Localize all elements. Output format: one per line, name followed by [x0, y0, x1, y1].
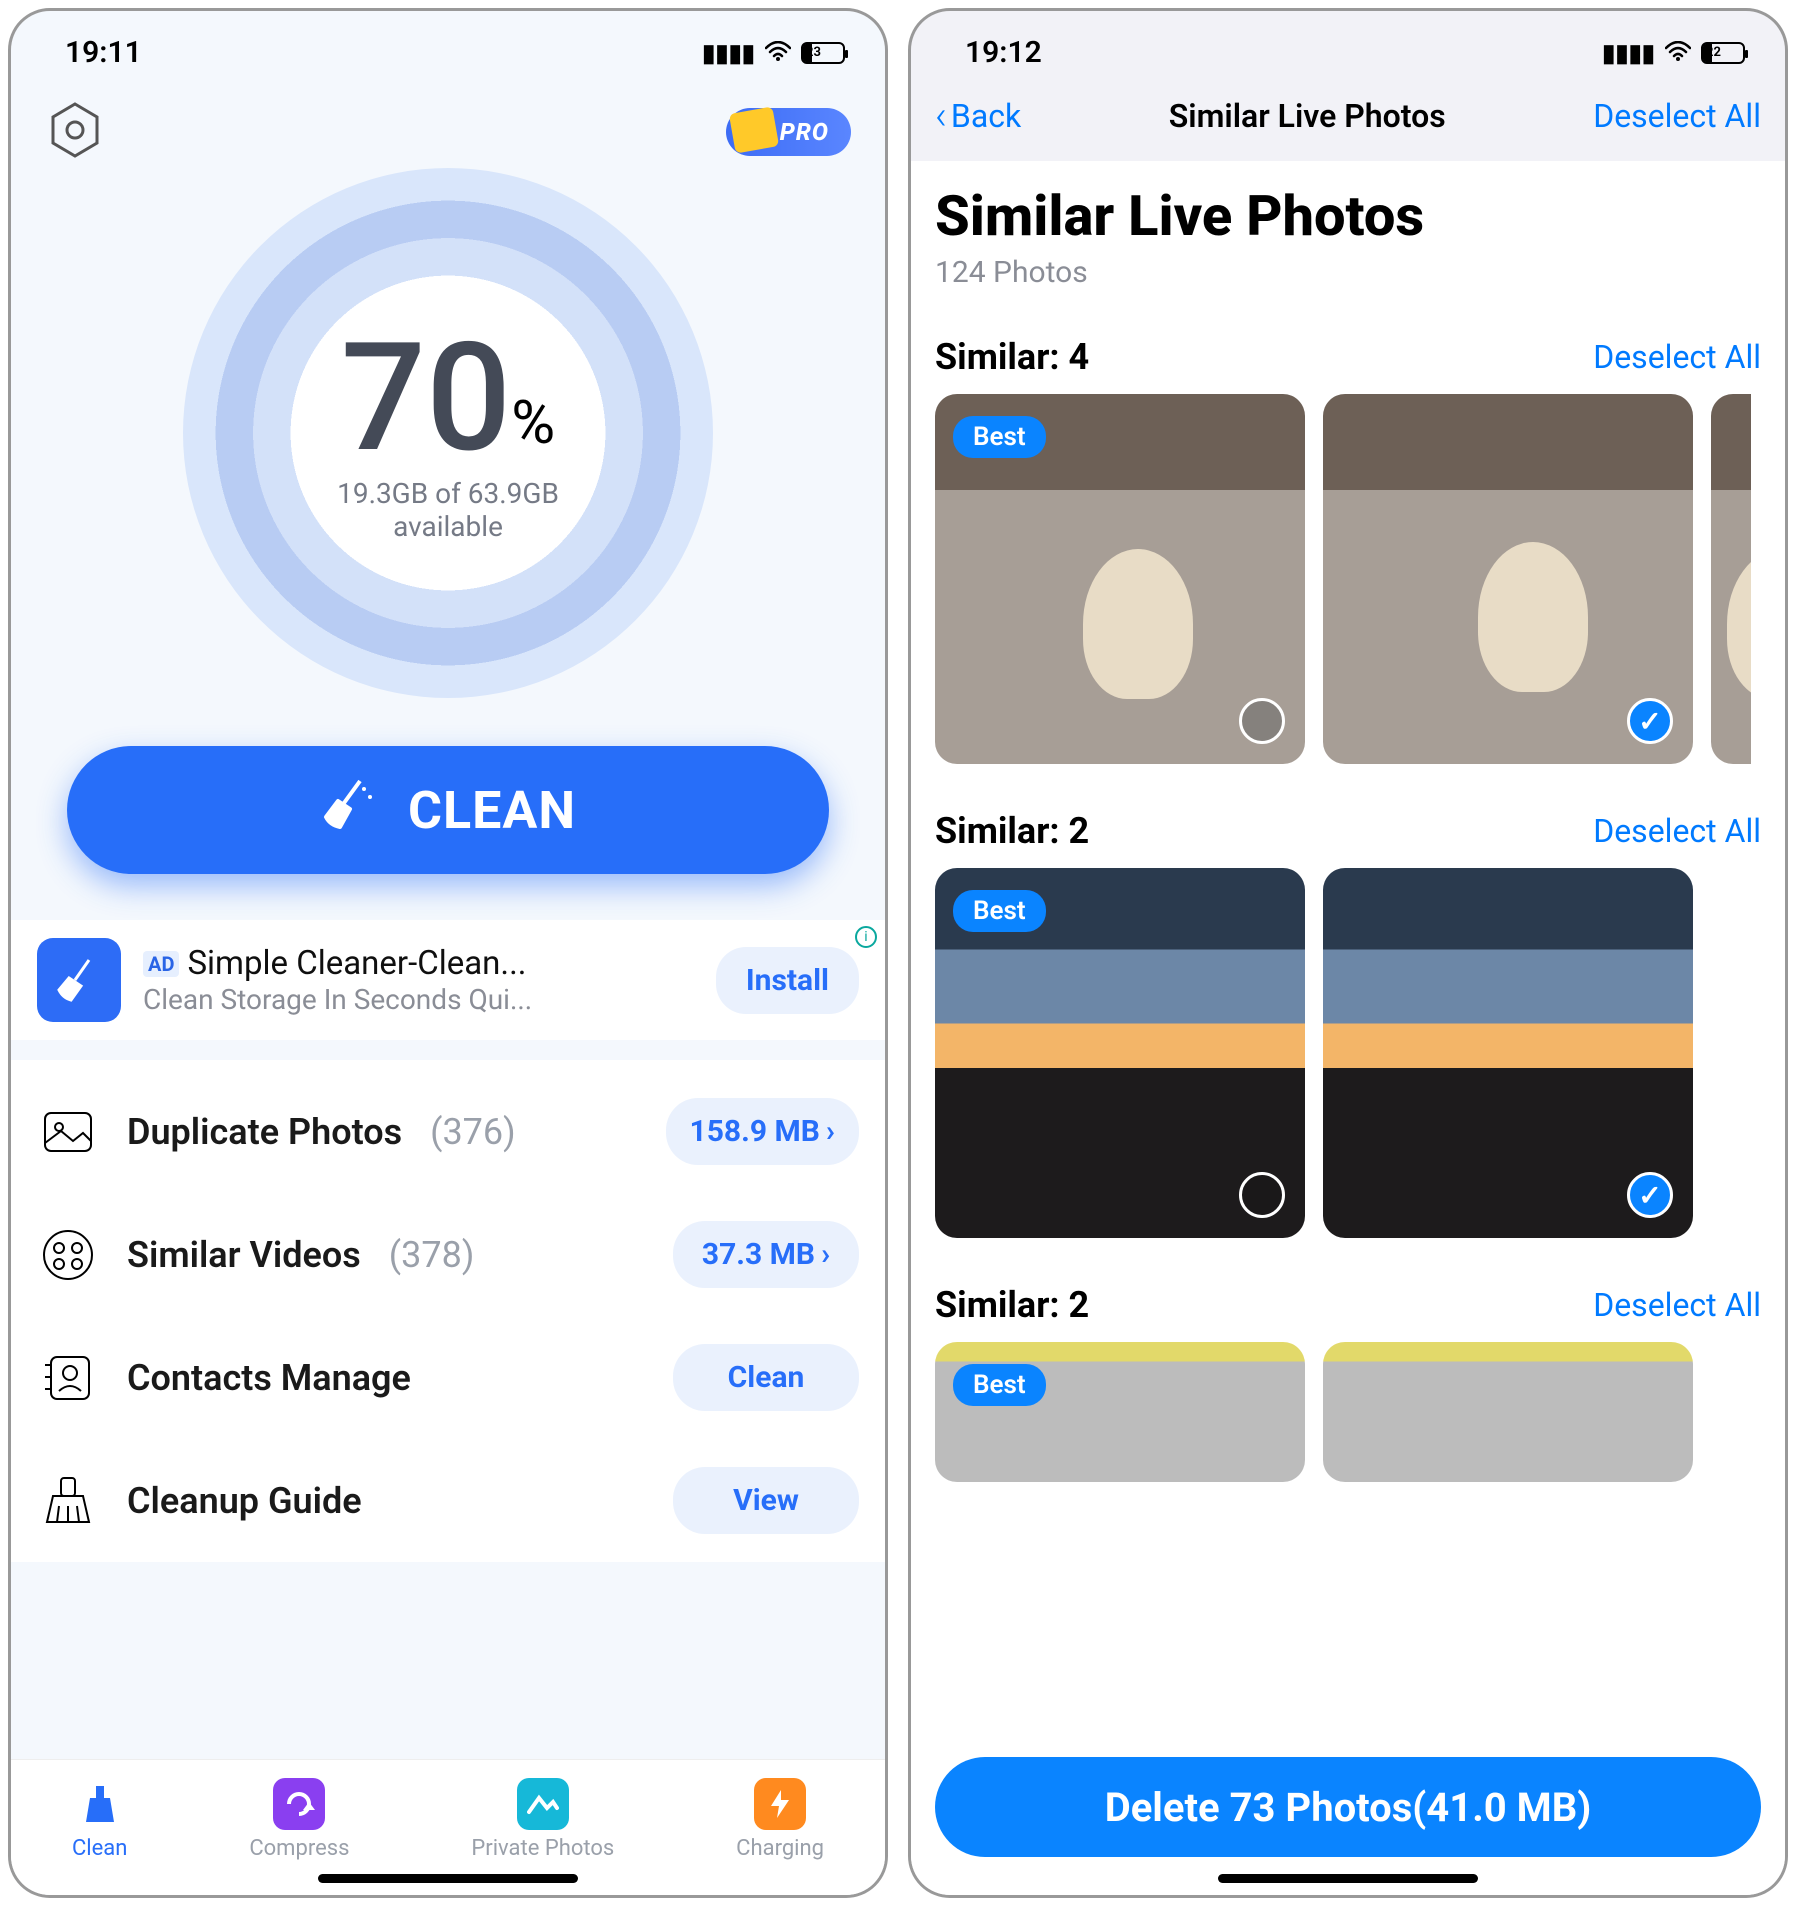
broom-icon	[320, 775, 378, 846]
similar-group: Similar: 4 Deselect All Best ✓	[911, 290, 1785, 764]
compress-tab-icon	[273, 1778, 325, 1830]
clean-button-label: CLEAN	[408, 780, 576, 841]
video-icon	[37, 1224, 99, 1286]
photo-thumbnail[interactable]: ✓	[1323, 394, 1693, 764]
group-title: Similar: 2	[935, 810, 1089, 852]
similar-group: Similar: 2 Deselect All Best	[911, 1238, 1785, 1482]
group-deselect-all[interactable]: Deselect All	[1593, 812, 1761, 850]
page-title: Similar Live Photos	[911, 183, 1785, 249]
status-time: 19:11	[65, 35, 142, 70]
photo-thumbnail[interactable]: Best	[935, 868, 1305, 1238]
row-count: (378)	[389, 1234, 475, 1276]
feature-rows: Duplicate Photos (376) 158.9 MB › Simila…	[11, 1060, 885, 1562]
group-title: Similar: 2	[935, 1284, 1089, 1326]
delete-button[interactable]: Delete 73 Photos(41.0 MB)	[935, 1757, 1761, 1857]
tab-compress[interactable]: Compress	[249, 1778, 349, 1861]
chevron-right-icon: ›	[821, 1237, 830, 1272]
home-indicator[interactable]	[318, 1874, 578, 1883]
nav-title: Similar Live Photos	[1169, 97, 1446, 135]
row-label: Contacts Manage	[127, 1357, 411, 1399]
battery-icon: 22	[1701, 42, 1745, 64]
size-pill[interactable]: 158.9 MB ›	[666, 1098, 860, 1165]
group-deselect-all[interactable]: Deselect All	[1593, 1286, 1761, 1324]
status-bar: 19:12 ▮▮▮▮ 22	[911, 11, 1785, 82]
install-button[interactable]: Install	[716, 947, 859, 1014]
row-similar-videos[interactable]: Similar Videos (378) 37.3 MB ›	[37, 1193, 859, 1316]
status-time: 19:12	[965, 35, 1042, 70]
home-indicator[interactable]	[1218, 1874, 1478, 1883]
status-right: ▮▮▮▮ 22	[1602, 39, 1745, 67]
ad-title: Simple Cleaner-Clean...	[187, 944, 526, 983]
cellular-icon: ▮▮▮▮	[1602, 39, 1655, 67]
group-deselect-all[interactable]: Deselect All	[1593, 338, 1761, 376]
content: Similar Live Photos 124 Photos Similar: …	[911, 161, 1785, 1895]
percent-sign: %	[511, 387, 555, 458]
ad-subtitle: Clean Storage In Seconds Qui...	[143, 983, 694, 1016]
pro-badge[interactable]: PRO	[726, 108, 851, 156]
tab-clean[interactable]: Clean	[72, 1778, 127, 1861]
row-contacts-manage[interactable]: Contacts Manage Clean	[37, 1316, 859, 1439]
cellular-icon: ▮▮▮▮	[702, 39, 755, 67]
nav-bar: ‹ Back Similar Live Photos Deselect All	[911, 82, 1785, 161]
back-button[interactable]: ‹ Back	[935, 92, 1021, 139]
selection-circle-unselected[interactable]	[1239, 1172, 1285, 1218]
best-badge: Best	[953, 1364, 1046, 1406]
size-pill[interactable]: 37.3 MB ›	[673, 1221, 859, 1288]
status-bar: 19:11 ▮▮▮▮ 23	[11, 11, 885, 82]
best-badge: Best	[953, 890, 1046, 932]
row-count: (376)	[430, 1111, 516, 1153]
photo-thumbnail[interactable]	[1323, 1342, 1693, 1482]
broom-outline-icon	[37, 1470, 99, 1532]
row-label: Similar Videos	[127, 1234, 361, 1276]
selection-circle-selected[interactable]: ✓	[1627, 698, 1673, 744]
storage-line: 19.3GB of 63.9GB	[337, 477, 559, 510]
phone-similar-photos: 19:12 ▮▮▮▮ 22 ‹ Back Similar Live Photos…	[908, 8, 1788, 1898]
ad-label: AD	[143, 951, 179, 977]
wifi-icon	[1665, 39, 1691, 67]
row-cleanup-guide[interactable]: Cleanup Guide View	[37, 1439, 859, 1562]
photo-thumbnail[interactable]: Best	[935, 1342, 1305, 1482]
charging-tab-icon	[754, 1778, 806, 1830]
clean-tab-icon	[74, 1778, 126, 1830]
tab-charging[interactable]: Charging	[736, 1778, 824, 1861]
ad-info-icon[interactable]: i	[855, 926, 877, 948]
battery-icon: 23	[801, 42, 845, 64]
clean-button[interactable]: CLEAN	[67, 746, 829, 874]
ad-card[interactable]: i AD Simple Cleaner-Clean... Clean Stora…	[11, 920, 885, 1040]
ad-app-icon	[37, 938, 121, 1022]
top-bar: PRO	[11, 82, 885, 164]
private-tab-icon	[517, 1778, 569, 1830]
photo-count: 124 Photos	[911, 249, 1785, 290]
selection-circle-selected[interactable]: ✓	[1627, 1172, 1673, 1218]
selection-circle-unselected[interactable]	[1239, 698, 1285, 744]
nav-deselect-all[interactable]: Deselect All	[1593, 97, 1761, 135]
wifi-icon	[765, 39, 791, 67]
action-pill[interactable]: View	[673, 1467, 859, 1534]
photo-thumbnail[interactable]: ✓	[1323, 868, 1693, 1238]
chevron-right-icon: ›	[826, 1114, 835, 1149]
contacts-icon	[37, 1347, 99, 1409]
status-right: ▮▮▮▮ 23	[702, 39, 845, 67]
similar-group: Similar: 2 Deselect All Best ✓	[911, 764, 1785, 1238]
row-label: Duplicate Photos	[127, 1111, 402, 1153]
storage-gauge: 70% 19.3GB of 63.9GB available	[11, 164, 885, 698]
row-label: Cleanup Guide	[127, 1480, 362, 1522]
photo-thumbnail-peek[interactable]	[1711, 394, 1751, 764]
tab-private-photos[interactable]: Private Photos	[471, 1778, 614, 1861]
storage-available: available	[393, 510, 503, 543]
action-pill[interactable]: Clean	[673, 1344, 859, 1411]
group-title: Similar: 4	[935, 336, 1089, 378]
settings-icon[interactable]	[45, 100, 105, 164]
chevron-left-icon: ‹	[935, 92, 947, 139]
phone-cleaner-home: 19:11 ▮▮▮▮ 23 PRO 70% 19.3GB of 63.9GB a…	[8, 8, 888, 1898]
best-badge: Best	[953, 416, 1046, 458]
photo-thumbnail[interactable]: Best	[935, 394, 1305, 764]
row-duplicate-photos[interactable]: Duplicate Photos (376) 158.9 MB ›	[37, 1070, 859, 1193]
photo-icon	[37, 1101, 99, 1163]
storage-percent: 70	[341, 310, 512, 486]
